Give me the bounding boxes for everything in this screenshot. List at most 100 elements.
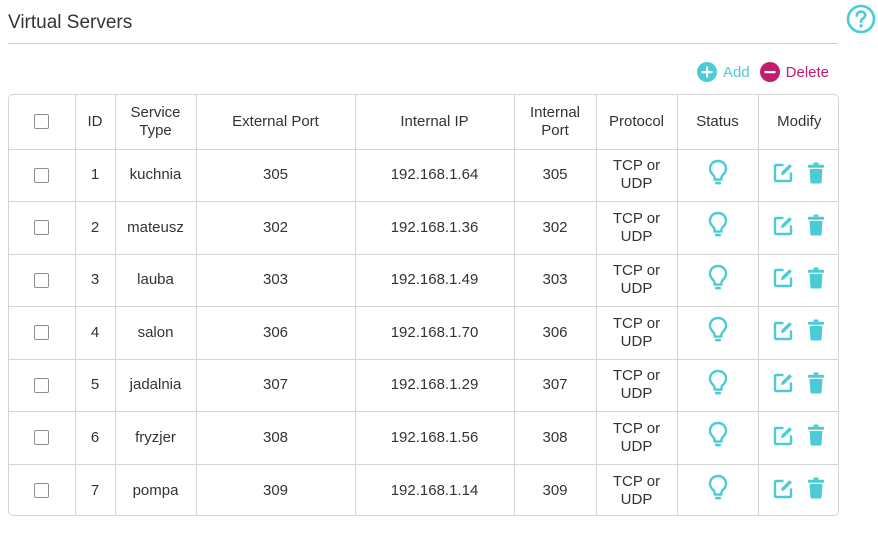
edit-button[interactable]	[773, 372, 794, 398]
status-cell	[677, 149, 759, 202]
title-divider	[8, 43, 838, 44]
table-row: 7 pompa 309 192.168.1.14 309 TCP or UDP	[9, 464, 838, 515]
table-row: 6 fryzjer 308 192.168.1.56 308 TCP or UD…	[9, 411, 838, 465]
delete-row-button[interactable]	[807, 162, 825, 189]
status-cell	[677, 411, 759, 465]
service-type-cell: lauba	[115, 254, 197, 307]
status-toggle[interactable]	[708, 474, 728, 507]
modify-cell	[758, 201, 838, 255]
row-checkbox[interactable]	[34, 167, 50, 183]
select-cell	[9, 306, 76, 360]
id-cell: 2	[75, 201, 116, 255]
edit-button[interactable]	[773, 162, 794, 188]
id-cell: 5	[75, 359, 116, 412]
delete-row-button[interactable]	[807, 319, 825, 346]
protocol-cell: TCP or UDP	[596, 254, 678, 307]
protocol-cell: TCP or UDP	[596, 411, 678, 465]
select-cell	[9, 201, 76, 255]
select-cell	[9, 149, 76, 202]
service-type-cell: jadalnia	[115, 359, 197, 412]
status-toggle[interactable]	[708, 264, 728, 297]
edit-icon	[773, 164, 793, 183]
page-title: Virtual Servers	[8, 12, 133, 33]
table-row: 2 mateusz 302 192.168.1.36 302 TCP or UD…	[9, 201, 838, 255]
lightbulb-icon	[708, 369, 727, 395]
delete-row-button[interactable]	[807, 372, 825, 399]
protocol-cell: TCP or UDP	[596, 306, 678, 360]
protocol-cell: TCP or UDP	[596, 149, 678, 202]
lightbulb-icon	[708, 264, 727, 290]
service-type-cell: mateusz	[115, 201, 197, 255]
delete-row-button[interactable]	[807, 477, 825, 504]
protocol-cell: TCP or UDP	[596, 359, 678, 412]
column-header-internal-port: Internal Port	[514, 95, 597, 150]
table-row: 3 lauba 303 192.168.1.49 303 TCP or UDP	[9, 254, 838, 307]
external-port-cell: 303	[196, 254, 356, 307]
row-checkbox[interactable]	[34, 430, 50, 446]
status-cell	[677, 306, 759, 360]
status-cell	[677, 254, 759, 307]
edit-icon	[773, 216, 793, 235]
id-cell: 3	[75, 254, 116, 307]
question-circle-icon	[846, 4, 876, 34]
trash-icon	[808, 424, 825, 446]
select-all-checkbox[interactable]	[34, 114, 50, 130]
add-label: Add	[722, 63, 750, 81]
edit-button[interactable]	[773, 320, 794, 346]
edit-icon	[773, 374, 793, 393]
status-toggle[interactable]	[708, 211, 728, 244]
help-button[interactable]	[846, 4, 876, 34]
delete-row-button[interactable]	[807, 267, 825, 294]
row-checkbox[interactable]	[34, 483, 50, 499]
internal-port-cell: 303	[514, 254, 597, 307]
delete-row-button[interactable]	[807, 424, 825, 451]
modify-cell	[758, 254, 838, 307]
internal-port-cell: 309	[514, 464, 597, 515]
minus-circle-icon	[759, 62, 780, 82]
internal-ip-cell: 192.168.1.64	[355, 149, 515, 202]
status-toggle[interactable]	[708, 316, 728, 349]
column-header-external-port: External Port	[196, 95, 356, 150]
edit-button[interactable]	[773, 425, 794, 451]
status-toggle[interactable]	[708, 159, 728, 192]
delete-button[interactable]: Delete	[759, 62, 829, 82]
edit-button[interactable]	[773, 478, 794, 504]
protocol-cell: TCP or UDP	[596, 464, 678, 515]
edit-icon	[773, 269, 793, 288]
delete-row-button[interactable]	[807, 214, 825, 241]
trash-icon	[808, 372, 825, 394]
table-row: 1 kuchnia 305 192.168.1.64 305 TCP or UD…	[9, 149, 838, 202]
table-row: 5 jadalnia 307 192.168.1.29 307 TCP or U…	[9, 359, 838, 412]
id-cell: 6	[75, 411, 116, 465]
internal-ip-cell: 192.168.1.56	[355, 411, 515, 465]
modify-cell	[758, 306, 838, 360]
row-checkbox[interactable]	[34, 220, 50, 236]
internal-ip-cell: 192.168.1.70	[355, 306, 515, 360]
protocol-cell: TCP or UDP	[596, 201, 678, 255]
internal-ip-cell: 192.168.1.14	[355, 464, 515, 515]
external-port-cell: 307	[196, 359, 356, 412]
row-checkbox[interactable]	[34, 272, 50, 288]
status-toggle[interactable]	[708, 369, 728, 402]
external-port-cell: 308	[196, 411, 356, 465]
trash-icon	[808, 162, 825, 184]
edit-button[interactable]	[773, 267, 794, 293]
row-checkbox[interactable]	[34, 377, 50, 393]
row-checkbox[interactable]	[34, 325, 50, 341]
trash-icon	[808, 214, 825, 236]
trash-icon	[808, 477, 825, 499]
trash-icon	[808, 319, 825, 341]
service-type-cell: kuchnia	[115, 149, 197, 202]
lightbulb-icon	[708, 212, 727, 237]
status-toggle[interactable]	[708, 421, 728, 454]
external-port-cell: 309	[196, 464, 356, 515]
lightbulb-icon	[708, 474, 727, 500]
column-header-modify: Modify	[758, 95, 838, 150]
add-button[interactable]: Add	[696, 62, 750, 82]
modify-cell	[758, 149, 838, 202]
service-type-cell: salon	[115, 306, 197, 360]
internal-port-cell: 302	[514, 201, 597, 255]
edit-button[interactable]	[773, 215, 794, 241]
modify-cell	[758, 464, 838, 515]
status-cell	[677, 359, 759, 412]
